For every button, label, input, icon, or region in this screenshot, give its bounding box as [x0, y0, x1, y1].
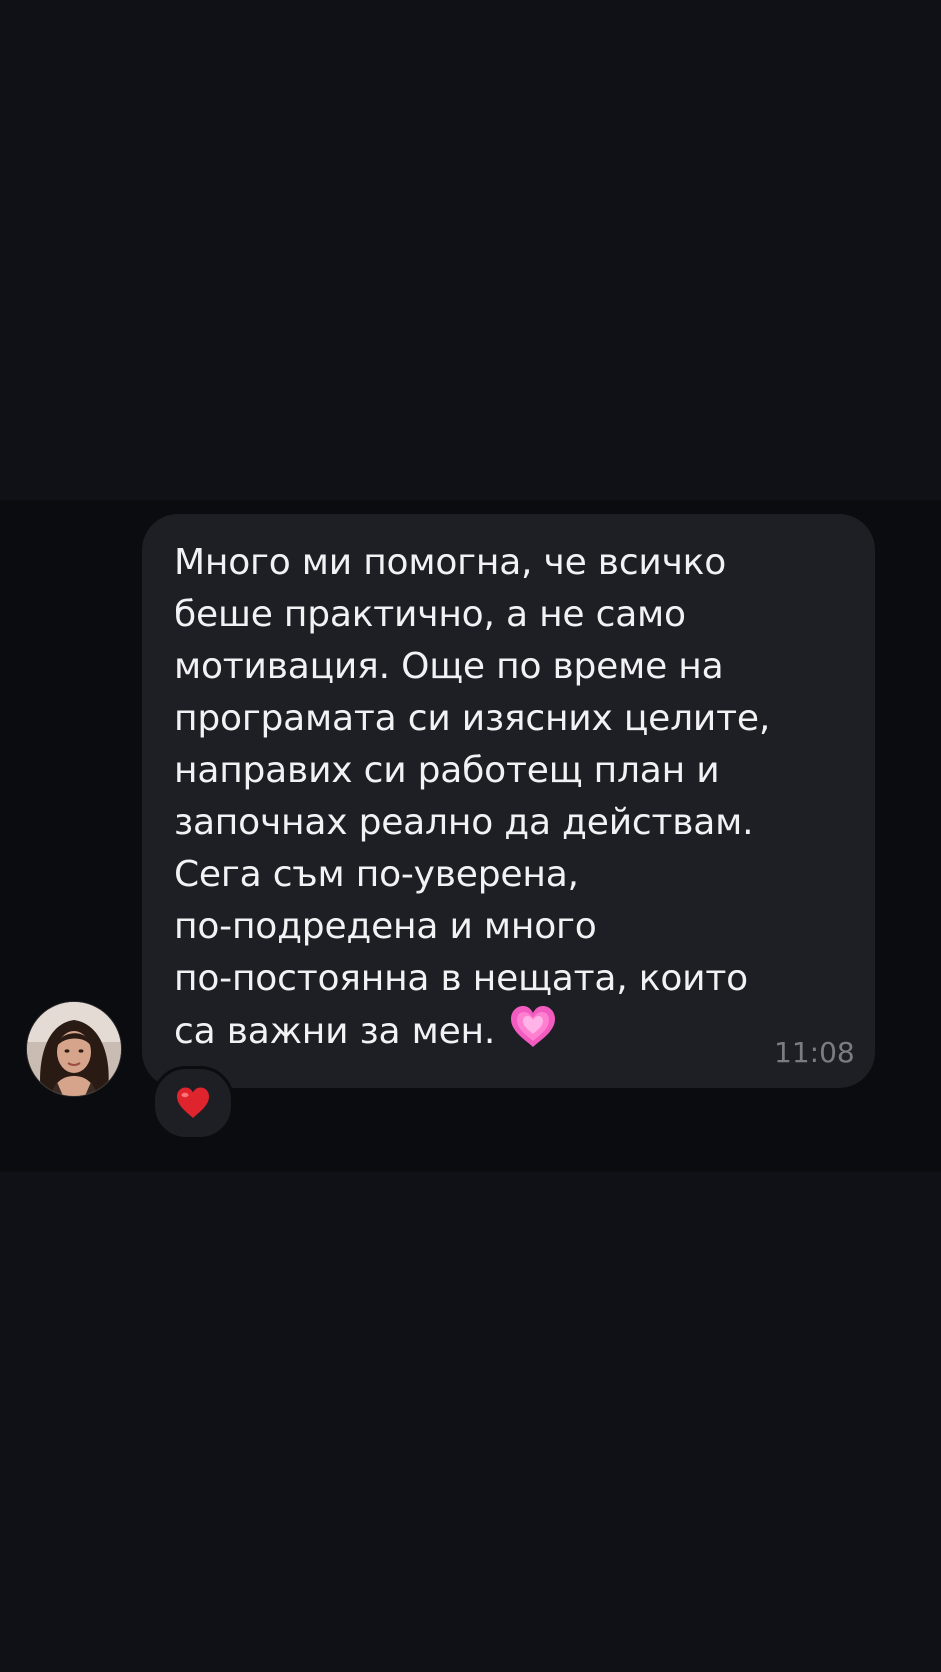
- message-line-3: мотивация. Още по време на: [174, 646, 724, 687]
- red-heart-icon: [177, 1087, 209, 1118]
- message-line-4: програмата си изясних целите,: [174, 698, 771, 739]
- message-line-9: по-постоянна в нещата, които: [174, 958, 748, 999]
- message-line-1: Много ми помогна, че всичко: [174, 542, 727, 583]
- avatar-photo: [27, 1002, 121, 1096]
- sender-avatar[interactable]: [26, 1001, 122, 1097]
- message-line-2: беше практично, а не само: [174, 594, 686, 635]
- message-line-10: са важни за мен.: [174, 1011, 496, 1052]
- message-timestamp: 11:08: [774, 1036, 855, 1069]
- message-line-10-row: са важни за мен.: [174, 1005, 557, 1064]
- message-line-6: започнах реално да действам.: [174, 802, 754, 843]
- reaction-badge[interactable]: [152, 1066, 234, 1140]
- message-line-8: по-подредена и много: [174, 906, 597, 947]
- message-line-5: направих си работещ план и: [174, 750, 720, 791]
- message-line-7: Сега съм по-уверена,: [174, 854, 579, 895]
- growing-heart-icon: [509, 1005, 557, 1064]
